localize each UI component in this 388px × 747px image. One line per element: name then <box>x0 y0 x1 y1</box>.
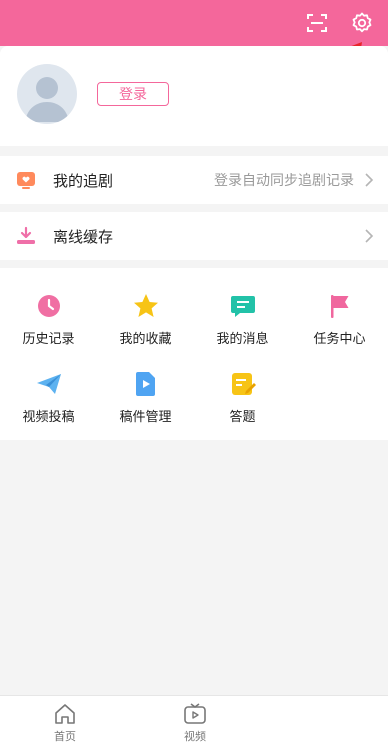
tab-label: 视频 <box>184 730 206 743</box>
menu-row-offline[interactable]: 离线缓存 <box>0 212 388 260</box>
download-icon <box>17 226 35 244</box>
grid-item-tasks[interactable]: 任务中心 <box>291 280 388 350</box>
clock-icon <box>37 295 60 317</box>
grid-item-label: 历史记录 <box>22 332 75 347</box>
video-file-icon <box>135 372 155 396</box>
bottom-tab-bar: 首页 视频 <box>0 695 388 747</box>
login-button[interactable]: 登录 <box>97 82 169 106</box>
tab-video[interactable]: 视频 <box>165 702 225 744</box>
chevron-right-icon <box>365 229 374 243</box>
grid-item-messages[interactable]: 我的消息 <box>194 280 291 350</box>
feature-grid: 历史记录 我的收藏 我的消息 任务中心 视频投稿 稿件管理 答题 <box>0 268 388 440</box>
chevron-right-icon <box>365 173 374 187</box>
home-icon <box>55 704 75 724</box>
paper-plane-icon <box>36 374 61 394</box>
grid-item-video-submit[interactable]: 视频投稿 <box>0 358 97 428</box>
profile-card: 登录 <box>0 46 388 146</box>
settings-button[interactable] <box>347 8 377 38</box>
quiz-icon <box>231 373 256 395</box>
scan-icon <box>307 14 327 32</box>
message-icon <box>230 296 255 317</box>
grid-item-label: 视频投稿 <box>22 410 75 425</box>
tv-play-icon <box>184 703 206 724</box>
grid-item-quiz[interactable]: 答题 <box>194 358 291 428</box>
grid-item-label: 我的收藏 <box>119 332 172 347</box>
grid-item-history[interactable]: 历史记录 <box>0 280 97 350</box>
grid-item-manuscripts[interactable]: 稿件管理 <box>97 358 194 428</box>
grid-item-favorites[interactable]: 我的收藏 <box>97 280 194 350</box>
tv-heart-icon <box>17 172 35 189</box>
grid-item-label: 任务中心 <box>313 332 366 347</box>
menu-row-hint: 登录自动同步追剧记录 <box>214 173 354 189</box>
grid-item-label: 我的消息 <box>216 332 269 347</box>
flag-icon <box>330 295 348 318</box>
menu-row-label: 离线缓存 <box>53 227 114 246</box>
menu-row-following[interactable]: 我的追剧 登录自动同步追剧记录 <box>0 156 388 204</box>
tab-home[interactable]: 首页 <box>35 702 95 744</box>
default-avatar-icon <box>25 77 69 122</box>
settings-icon <box>352 12 372 33</box>
avatar[interactable] <box>17 64 77 124</box>
tab-label: 首页 <box>54 730 76 743</box>
star-icon <box>133 294 158 317</box>
grid-item-label: 答题 <box>229 410 256 425</box>
grid-item-label: 稿件管理 <box>119 410 172 425</box>
scan-button[interactable] <box>302 8 332 38</box>
menu-row-label: 我的追剧 <box>53 171 114 190</box>
